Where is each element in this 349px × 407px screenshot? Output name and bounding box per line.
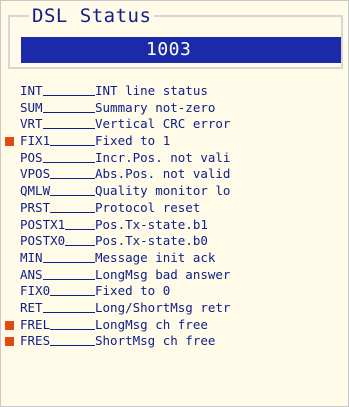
status-row-prst: PRST Protocol reset: [1, 200, 349, 217]
status-bit-list: INT INT line status SUM Summary not-zero VRT…: [1, 83, 349, 350]
bit-code: POSTX0: [20, 233, 66, 249]
leader-line: [42, 161, 95, 163]
leader-line: [42, 311, 95, 313]
status-row-ret: RET Long/ShortMsg retr: [1, 300, 349, 317]
leader-line: [50, 145, 95, 147]
bit-code: FREL: [20, 316, 51, 332]
dsl-status-panel: DSL Status 1003 INT INT line status SUM Sum…: [0, 0, 349, 407]
status-row-qmlw: QMLW Quality monitor lo: [1, 183, 349, 200]
leader-line: [50, 195, 95, 197]
bit-code: PRST: [20, 199, 51, 215]
bit-description: Long/ShortMsg retr: [95, 299, 231, 315]
bit-code: FIX0: [20, 283, 51, 299]
bit-description: Vertical CRC error: [95, 116, 231, 132]
bit-code: QMLW: [20, 183, 51, 199]
leader-line: [65, 228, 95, 230]
bit-code: MIN: [20, 249, 43, 265]
bit-description: Message init ack: [95, 249, 216, 265]
leader-line: [50, 345, 95, 347]
status-row-ans: ANS LongMsg bad answer: [1, 267, 349, 284]
bit-description: Pos.Tx-state.b1: [95, 216, 208, 232]
bit-code: POS: [20, 149, 43, 165]
status-row-vrt: VRT Vertical CRC error: [1, 116, 349, 133]
bit-description: Pos.Tx-state.b0: [95, 233, 208, 249]
bit-description: Summary not-zero: [95, 99, 216, 115]
status-row-fres: FRES ShortMsg ch free: [1, 333, 349, 350]
active-bit-indicator: [5, 337, 14, 347]
status-row-postx1: POSTX1 Pos.Tx-state.b1: [1, 217, 349, 234]
bit-code: VRT: [20, 116, 43, 132]
leader-line: [50, 178, 95, 180]
bit-code: SUM: [20, 99, 43, 115]
bit-code: FIX1: [20, 133, 51, 149]
bit-description: Incr.Pos. not vali: [95, 149, 231, 165]
status-row-min: MIN Message init ack: [1, 250, 349, 267]
leader-line: [42, 111, 95, 113]
leader-line: [42, 95, 95, 96]
bit-code: INT: [20, 83, 43, 98]
bit-description: Fixed to 0: [95, 283, 171, 299]
bit-description: INT line status: [95, 83, 208, 98]
status-row-int: INT INT line status: [1, 83, 349, 100]
leader-line: [50, 211, 95, 213]
bit-description: ShortMsg ch free: [95, 333, 216, 349]
bit-description: Abs.Pos. not valid: [95, 166, 231, 182]
leader-line: [50, 295, 95, 297]
leader-line: [42, 128, 95, 130]
bit-description: LongMsg bad answer: [95, 266, 231, 282]
status-row-pos: POS Incr.Pos. not vali: [1, 150, 349, 167]
status-row-sum: SUM Summary not-zero: [1, 100, 349, 117]
leader-line: [42, 278, 95, 280]
leader-line: [42, 261, 95, 263]
status-row-fix1: FIX1 Fixed to 1: [1, 133, 349, 150]
group-title: DSL Status: [29, 7, 155, 26]
status-row-postx0: POSTX0 Pos.Tx-state.b0: [1, 233, 349, 250]
status-row-vpos: VPOS Abs.Pos. not valid: [1, 166, 349, 183]
bit-code: RET: [20, 299, 43, 315]
bit-code: POSTX1: [20, 216, 66, 232]
leader-line: [50, 328, 95, 330]
status-value: 1003: [21, 37, 341, 63]
bit-code: ANS: [20, 266, 43, 282]
bit-description: Fixed to 1: [95, 133, 171, 149]
bit-description: LongMsg ch free: [95, 316, 208, 332]
bit-code: VPOS: [20, 166, 51, 182]
leader-line: [65, 245, 95, 247]
bit-code: FRES: [20, 333, 51, 349]
bit-description: Quality monitor lo: [95, 183, 231, 199]
status-row-frel: FREL LongMsg ch free: [1, 317, 349, 334]
active-bit-indicator: [5, 320, 14, 330]
status-row-fix0: FIX0 Fixed to 0: [1, 283, 349, 300]
bit-description: Protocol reset: [95, 199, 201, 215]
active-bit-indicator: [5, 137, 14, 147]
